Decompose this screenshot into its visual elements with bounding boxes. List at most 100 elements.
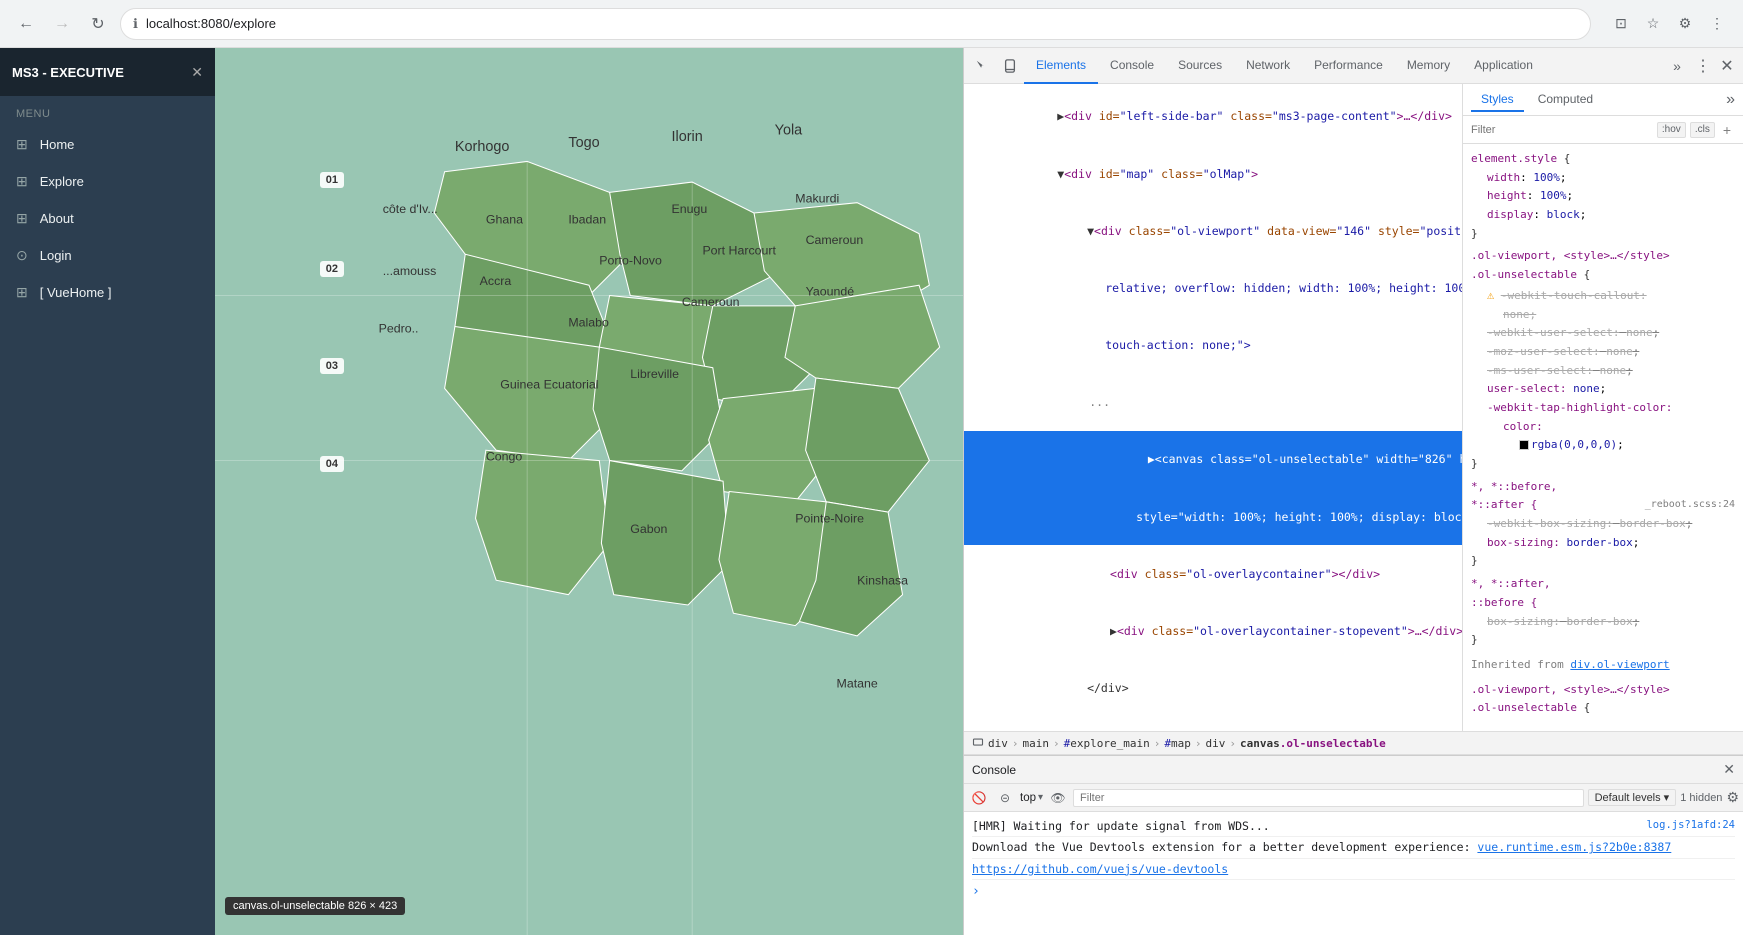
element-tooltip: canvas.ol-unselectable 826 × 423 bbox=[225, 897, 405, 915]
styles-prop-color: color: bbox=[1471, 418, 1735, 437]
styles-filter-bar: :hov .cls + bbox=[1463, 116, 1743, 144]
tree-line-selected-cont[interactable]: style="width: 100%; height: 100%; displa… bbox=[964, 488, 1462, 545]
console-settings-button[interactable]: ⚙ bbox=[1726, 789, 1739, 806]
tree-line[interactable]: ▼<div id="map" class="olMap"> bbox=[964, 145, 1462, 202]
tab-console[interactable]: Console bbox=[1098, 48, 1166, 84]
styles-selector-viewport: .ol-viewport, <style>…</style> bbox=[1471, 681, 1735, 700]
svg-text:Kinshasa: Kinshasa bbox=[857, 573, 908, 587]
devtools-right-buttons: ⋮ ✕ bbox=[1691, 54, 1739, 78]
console-hidden-count: 1 hidden bbox=[1680, 792, 1722, 804]
sidebar-item-explore[interactable]: ⊞ Explore bbox=[0, 163, 215, 200]
sidebar-item-home-label: Home bbox=[40, 137, 75, 152]
sidebar-item-login[interactable]: ⊙ Login bbox=[0, 237, 215, 274]
sidebar-item-home[interactable]: ⊞ Home bbox=[0, 126, 215, 163]
back-button[interactable]: ← bbox=[12, 10, 40, 38]
breadcrumb-map[interactable]: #map bbox=[1164, 737, 1191, 750]
svg-text:Pedro..: Pedro.. bbox=[379, 322, 419, 336]
reload-button[interactable]: ↻ bbox=[84, 10, 112, 38]
styles-content: element.style { width: 100%; height: 100… bbox=[1463, 144, 1743, 731]
breadcrumb-div2[interactable]: div bbox=[1205, 737, 1225, 750]
explore-icon: ⊞ bbox=[16, 173, 28, 190]
menu-button[interactable]: ⋮ bbox=[1703, 10, 1731, 38]
login-icon: ⊙ bbox=[16, 247, 28, 264]
sidebar-close-button[interactable]: ✕ bbox=[191, 64, 203, 81]
extensions-button[interactable]: ⚙ bbox=[1671, 10, 1699, 38]
tree-line[interactable]: <div class="ol-overlaycontainer"></div> bbox=[964, 545, 1462, 602]
breadcrumb-canvas[interactable]: canvas.ol-unselectable bbox=[1240, 737, 1386, 750]
devtools-inspect-button[interactable] bbox=[968, 52, 996, 80]
devtools-more-tabs-button[interactable]: » bbox=[1663, 52, 1691, 80]
sidebar-item-about-label: About bbox=[40, 211, 74, 226]
console-context-selector[interactable]: top ▾ bbox=[1020, 792, 1043, 804]
breadcrumb-main[interactable]: main bbox=[1023, 737, 1050, 750]
tab-application[interactable]: Application bbox=[1462, 48, 1545, 84]
console-eye-button[interactable]: 👁 bbox=[1047, 787, 1069, 809]
address-bar: ℹ localhost:8080/explore bbox=[120, 8, 1591, 40]
devtools-device-button[interactable] bbox=[996, 52, 1024, 80]
styles-filter-buttons: :hov .cls + bbox=[1657, 122, 1735, 138]
tab-elements[interactable]: Elements bbox=[1024, 48, 1098, 84]
console-pause-button[interactable]: ⊝ bbox=[994, 787, 1016, 809]
sidebar-item-vuehome[interactable]: ⊞ [ VueHome ] bbox=[0, 274, 215, 311]
styles-prop-webkit-touch-callout: ⚠ -webkit-touch-callout: bbox=[1471, 285, 1735, 306]
sidebar-item-login-label: Login bbox=[40, 248, 72, 263]
console-clear-button[interactable]: 🚫 bbox=[968, 787, 990, 809]
console-log-github: https://github.com/vuejs/vue-devtools bbox=[972, 859, 1735, 880]
console-input[interactable] bbox=[986, 883, 993, 901]
styles-add-button[interactable]: + bbox=[1719, 122, 1735, 138]
tree-line[interactable]: ▼<div class="ol-viewport" data-view="146… bbox=[964, 202, 1462, 259]
map-number-03: 03 bbox=[320, 358, 344, 374]
console-log-hmr-source[interactable]: log.js?1afd:24 bbox=[1646, 817, 1735, 835]
map-number-04: 04 bbox=[320, 456, 344, 472]
tab-performance[interactable]: Performance bbox=[1302, 48, 1395, 84]
breadcrumb-explore-main[interactable]: #explore_main bbox=[1064, 737, 1150, 750]
console-log-hmr: [HMR] Waiting for update signal from WDS… bbox=[972, 816, 1735, 837]
styles-source-reboot[interactable]: _reboot.scss:24 bbox=[1645, 496, 1735, 513]
main-area: MS3 - EXECUTIVE ✕ Menu ⊞ Home ⊞ Explore … bbox=[0, 48, 1743, 935]
console-filter-input[interactable] bbox=[1073, 789, 1584, 807]
tree-line[interactable]: ▶<div id="left-side-bar" class="ms3-page… bbox=[964, 88, 1462, 145]
tab-network[interactable]: Network bbox=[1234, 48, 1302, 84]
tree-line[interactable]: touch-action: none;"> bbox=[964, 317, 1462, 374]
tree-line[interactable]: ... bbox=[964, 374, 1462, 431]
console-log-github-link[interactable]: https://github.com/vuejs/vue-devtools bbox=[972, 862, 1228, 876]
tree-line[interactable]: ▶<div class="ol-overlaycontainer-stopeve… bbox=[964, 603, 1462, 660]
tree-line[interactable]: </div> bbox=[964, 717, 1462, 731]
tab-memory[interactable]: Memory bbox=[1395, 48, 1462, 84]
tree-line-selected[interactable]: ▶<canvas class="ol-unselectable" width="… bbox=[964, 431, 1462, 488]
styles-tab-styles[interactable]: Styles bbox=[1471, 88, 1524, 112]
styles-filter-input[interactable] bbox=[1471, 124, 1653, 136]
styles-rule-element: element.style { width: 100%; height: 100… bbox=[1463, 148, 1743, 245]
console-close-button[interactable]: ✕ bbox=[1723, 761, 1735, 778]
sidebar-item-about[interactable]: ⊞ About bbox=[0, 200, 215, 237]
devtools-options-button[interactable]: ⋮ bbox=[1691, 54, 1715, 78]
styles-panel: Styles Computed » :hov .cls + bbox=[1463, 84, 1743, 731]
styles-more-button[interactable]: » bbox=[1726, 91, 1735, 109]
styles-rule-star-before-after: *, *::before, *::after { _reboot.scss:24… bbox=[1463, 476, 1743, 573]
breadcrumb-sep-4: › bbox=[1195, 737, 1202, 750]
elements-tree[interactable]: ▶<div id="left-side-bar" class="ms3-page… bbox=[964, 84, 1463, 731]
svg-text:Congo: Congo bbox=[486, 450, 523, 464]
url-text: localhost:8080/explore bbox=[146, 16, 276, 31]
devtools-close-button[interactable]: ✕ bbox=[1715, 54, 1739, 78]
styles-hov-button[interactable]: :hov bbox=[1657, 122, 1686, 138]
map-area: Korhogo Togo Ilorin Yola côte d'Iv... Gh… bbox=[215, 48, 963, 935]
styles-tab-computed[interactable]: Computed bbox=[1528, 88, 1603, 112]
console-level-button[interactable]: Default levels ▾ bbox=[1588, 789, 1677, 806]
bookmark-button[interactable]: ☆ bbox=[1639, 10, 1667, 38]
info-icon: ℹ bbox=[133, 16, 138, 32]
breadcrumb-sep-3: › bbox=[1154, 737, 1161, 750]
forward-button[interactable]: → bbox=[48, 10, 76, 38]
breadcrumb-div[interactable]: div bbox=[988, 737, 1008, 750]
svg-text:Matane: Matane bbox=[837, 676, 878, 690]
svg-text:Yola: Yola bbox=[775, 123, 804, 139]
tree-line[interactable]: </div> bbox=[964, 660, 1462, 717]
tab-sources[interactable]: Sources bbox=[1166, 48, 1234, 84]
console-log-vue-link[interactable]: vue.runtime.esm.js?2b0e:8387 bbox=[1477, 840, 1671, 854]
cast-button[interactable]: ⊡ bbox=[1607, 10, 1635, 38]
styles-prop-webkit-user-select: -webkit-user-select: none; bbox=[1471, 324, 1735, 343]
styles-cls-button[interactable]: .cls bbox=[1690, 122, 1715, 138]
svg-text:Korhogo: Korhogo bbox=[455, 139, 510, 155]
styles-inherited-link[interactable]: div.ol-viewport bbox=[1570, 658, 1669, 671]
tree-line[interactable]: relative; overflow: hidden; width: 100%;… bbox=[964, 260, 1462, 317]
